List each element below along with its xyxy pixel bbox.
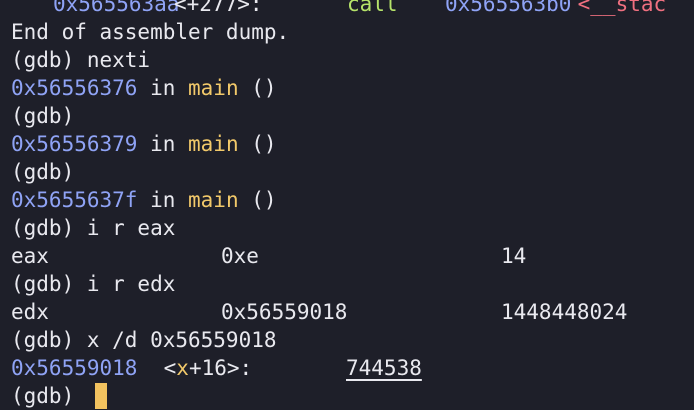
location-address: 0x5655637f — [11, 188, 138, 212]
register-decimal-value: 14 — [501, 244, 527, 268]
memory-symbol: x — [176, 356, 189, 380]
register-hex-value: 0x56559018 — [221, 300, 348, 324]
location-in: in — [137, 188, 189, 212]
memory-address: 0x56559018 — [11, 356, 138, 380]
register-decimal-value: 1448448024 — [501, 300, 628, 324]
command-line: (gdb) x /d 0x56559018 — [11, 328, 277, 352]
disassembly-last-line: 0x565563aa <+277>: call 0x565563b0 <__st… — [11, 0, 666, 18]
location-function: main — [188, 76, 239, 100]
command-line: (gdb) i r eax — [11, 216, 176, 240]
prompt-line: (gdb) — [11, 160, 75, 184]
memory-location-label: <x+16>: — [151, 354, 253, 382]
terminal-window[interactable]: 0x565563aa <+277>: call 0x565563b0 <__st… — [0, 0, 694, 410]
instruction-offset: <+277>: — [174, 0, 263, 16]
memory-value: 744538 — [346, 356, 422, 380]
location-address: 0x56556376 — [11, 76, 138, 100]
register-name: eax — [11, 244, 49, 268]
call-target-address: 0x565563b0 — [445, 0, 572, 16]
symbol-offset: +16>: — [188, 356, 253, 380]
location-args: () — [238, 132, 277, 156]
step-location-line: 0x56556376 in main () — [11, 74, 277, 102]
location-address: 0x56556379 — [11, 132, 138, 156]
location-in: in — [137, 132, 189, 156]
register-line-edx: edx 0x56559018 1448448024 — [11, 298, 691, 326]
command-line: (gdb) nexti — [11, 48, 151, 72]
command-line: (gdb) i r edx — [11, 272, 176, 296]
symbol-open: < — [151, 356, 177, 380]
output-line: End of assembler dump. — [11, 20, 290, 44]
step-location-line: 0x56556379 in main () — [11, 130, 277, 158]
call-target-symbol: <__stac — [565, 0, 667, 16]
step-location-line: 0x5655637f in main () — [11, 186, 277, 214]
active-prompt[interactable]: (gdb) — [11, 382, 87, 410]
location-function: main — [188, 188, 239, 212]
instruction-address: 0x565563aa — [53, 0, 180, 16]
location-function: main — [188, 132, 239, 156]
text-cursor — [95, 383, 107, 409]
register-line-eax: eax 0xe 14 — [11, 242, 691, 270]
register-hex-value: 0xe — [221, 244, 259, 268]
location-args: () — [238, 76, 277, 100]
prompt-line: (gdb) — [11, 104, 75, 128]
register-name: edx — [11, 300, 49, 324]
instruction-mnemonic: call — [347, 0, 398, 16]
memory-examine-line: 0x56559018 <x+16>: 744538 — [11, 354, 691, 382]
location-args: () — [238, 188, 277, 212]
location-in: in — [137, 76, 189, 100]
